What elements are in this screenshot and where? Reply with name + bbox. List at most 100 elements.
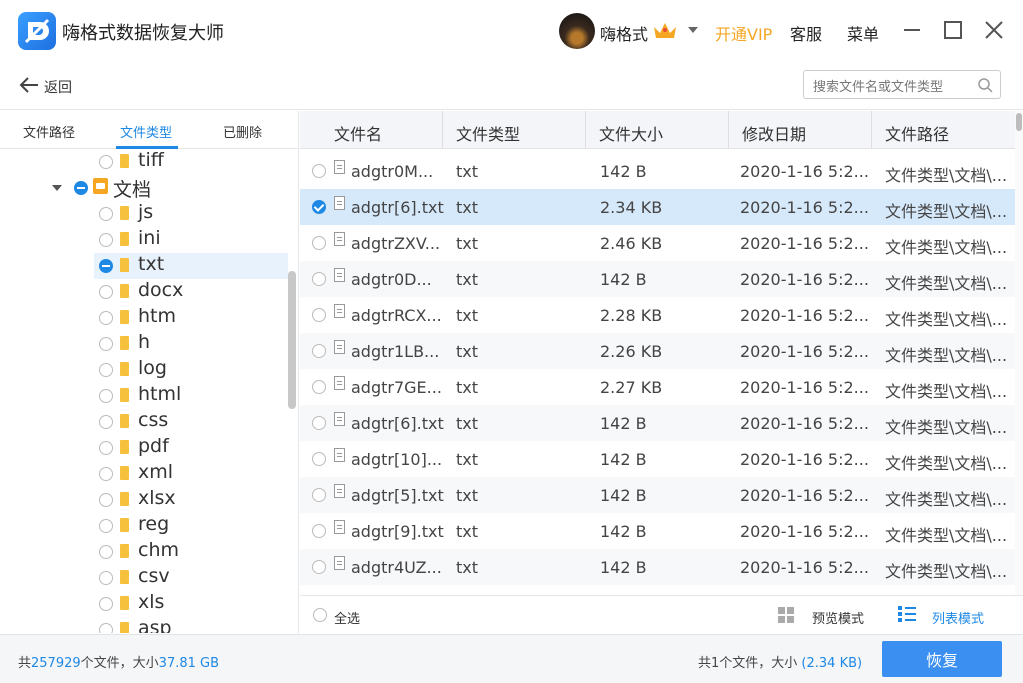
maximize-icon[interactable]	[941, 18, 965, 42]
back-arrow-icon[interactable]	[19, 76, 39, 94]
table-row[interactable]: adgtr0M... txt 142 B 2020-1-16 5:2... 文件类型\文…	[300, 153, 1015, 189]
tree-item-checkbox[interactable]	[99, 441, 113, 455]
tree-item-checkbox[interactable]	[99, 311, 113, 325]
row-checkbox[interactable]	[312, 380, 326, 394]
menu-link[interactable]: 菜单	[847, 21, 879, 45]
tree-item-checkbox[interactable]	[99, 259, 113, 273]
row-checkbox[interactable]	[312, 344, 326, 358]
tree-item[interactable]: docx	[0, 279, 288, 305]
table-row[interactable]: adgtr4UZ... txt 142 B 2020-1-16 5:2... 文件类型\…	[300, 549, 1015, 585]
expand-chevron-icon[interactable]	[52, 185, 62, 191]
tree-item-checkbox[interactable]	[99, 233, 113, 247]
table-row[interactable]: adgtr7GE... txt 2.27 KB 2020-1-16 5:2... 文件类…	[300, 369, 1015, 405]
minimize-icon[interactable]	[900, 18, 924, 42]
tree-item[interactable]: reg	[0, 513, 288, 539]
column-header-size[interactable]: 文件大小	[586, 111, 729, 149]
tree-item-label: js	[138, 201, 154, 223]
folder-icon	[120, 284, 129, 298]
tree-item[interactable]: h	[0, 331, 288, 357]
right-scroll-thumb[interactable]	[1016, 113, 1022, 131]
row-checkbox[interactable]	[312, 560, 326, 574]
row-checkbox[interactable]	[312, 236, 326, 250]
tree-item[interactable]: asp	[0, 617, 288, 633]
row-checkbox[interactable]	[312, 488, 326, 502]
tree-item[interactable]: xml	[0, 461, 288, 487]
folder-icon	[120, 492, 129, 506]
tree-item-checkbox[interactable]	[99, 519, 113, 533]
table-row[interactable]: adgtr[6].txt txt 2.34 KB 2020-1-16 5:2... 文件…	[300, 189, 1015, 225]
user-name[interactable]: 嗨格式	[600, 21, 648, 45]
row-checkbox[interactable]	[312, 164, 326, 178]
tree-item[interactable]: 文档	[0, 175, 288, 201]
tab-file-type[interactable]: 文件类型	[120, 122, 172, 141]
table-row[interactable]: adgtr[6].txt txt 142 B 2020-1-16 5:2... 文件类型…	[300, 405, 1015, 441]
tree-item[interactable]: xlsx	[0, 487, 288, 513]
column-header-date[interactable]: 修改日期	[729, 111, 872, 149]
cell-type: txt	[456, 558, 479, 577]
tree-item[interactable]: tiff	[0, 149, 288, 175]
tree-item[interactable]: htm	[0, 305, 288, 331]
user-dropdown-chevron-icon[interactable]	[688, 27, 698, 33]
row-checkbox[interactable]	[312, 452, 326, 466]
select-all-label[interactable]: 全选	[334, 608, 360, 627]
tree-item-checkbox[interactable]	[99, 493, 113, 507]
right-scrollbar[interactable]	[1015, 111, 1023, 595]
tree-item-checkbox[interactable]	[99, 571, 113, 585]
tree-item-label: xml	[138, 461, 174, 483]
tree-item-checkbox[interactable]	[99, 363, 113, 377]
tree-item[interactable]: txt	[94, 253, 288, 279]
tab-file-path[interactable]: 文件路径	[23, 122, 75, 141]
tree-item[interactable]: html	[0, 383, 288, 409]
row-checkbox[interactable]	[312, 200, 326, 214]
tree-item-checkbox[interactable]	[99, 415, 113, 429]
preview-mode-button[interactable]: 预览模式	[812, 608, 864, 627]
column-header-path[interactable]: 文件路径	[872, 111, 1015, 149]
search-icon[interactable]	[977, 77, 993, 93]
tree-item-checkbox[interactable]	[99, 155, 113, 169]
tree-item-checkbox[interactable]	[74, 181, 88, 195]
table-row[interactable]: adgtrRCX... txt 2.28 KB 2020-1-16 5:2... 文件类…	[300, 297, 1015, 333]
user-avatar[interactable]	[559, 13, 595, 49]
tree-item[interactable]: pdf	[0, 435, 288, 461]
search-input[interactable]	[803, 70, 1001, 99]
tree-item-checkbox[interactable]	[99, 389, 113, 403]
list-view-icon[interactable]	[898, 606, 916, 622]
left-scrollbar[interactable]	[288, 271, 296, 409]
cell-name: adgtr7GE...	[351, 378, 442, 397]
tree-item-checkbox[interactable]	[99, 337, 113, 351]
tree-item[interactable]: chm	[0, 539, 288, 565]
tree-item[interactable]: css	[0, 409, 288, 435]
tab-deleted[interactable]: 已删除	[223, 122, 262, 141]
recover-button[interactable]: 恢复	[882, 641, 1002, 677]
close-icon[interactable]	[982, 18, 1006, 42]
table-row[interactable]: adgtr[10]... txt 142 B 2020-1-16 5:2... 文件类型…	[300, 441, 1015, 477]
tree-item[interactable]: js	[0, 201, 288, 227]
tree-item[interactable]: csv	[0, 565, 288, 591]
preview-grid-icon[interactable]	[778, 607, 794, 623]
row-checkbox[interactable]	[312, 308, 326, 322]
table-row[interactable]: adgtr0D... txt 142 B 2020-1-16 5:2... 文件类型\文…	[300, 261, 1015, 297]
select-all-checkbox[interactable]	[313, 608, 327, 622]
table-row[interactable]: adgtr[5].txt txt 142 B 2020-1-16 5:2... 文件类型…	[300, 477, 1015, 513]
tree-item[interactable]: xls	[0, 591, 288, 617]
column-header-type[interactable]: 文件类型	[443, 111, 586, 149]
customer-service-link[interactable]: 客服	[790, 21, 822, 45]
tree-item[interactable]: log	[0, 357, 288, 383]
column-header-name[interactable]: 文件名	[321, 111, 443, 149]
table-row[interactable]: adgtr[9].txt txt 142 B 2020-1-16 5:2... 文件类型…	[300, 513, 1015, 549]
tree-item-checkbox[interactable]	[99, 623, 113, 633]
open-vip-link[interactable]: 开通VIP	[715, 21, 772, 45]
tree-item-checkbox[interactable]	[99, 285, 113, 299]
table-row[interactable]: adgtr1LB... txt 2.26 KB 2020-1-16 5:2... 文件类…	[300, 333, 1015, 369]
row-checkbox[interactable]	[312, 524, 326, 538]
tree-item-checkbox[interactable]	[99, 597, 113, 611]
tree-item[interactable]: ini	[0, 227, 288, 253]
list-mode-button[interactable]: 列表模式	[932, 608, 984, 627]
row-checkbox[interactable]	[312, 416, 326, 430]
back-button[interactable]: 返回	[44, 77, 72, 97]
tree-item-checkbox[interactable]	[99, 545, 113, 559]
tree-item-checkbox[interactable]	[99, 207, 113, 221]
tree-item-checkbox[interactable]	[99, 467, 113, 481]
row-checkbox[interactable]	[312, 272, 326, 286]
table-row[interactable]: adgtrZXV... txt 2.46 KB 2020-1-16 5:2... 文件类…	[300, 225, 1015, 261]
